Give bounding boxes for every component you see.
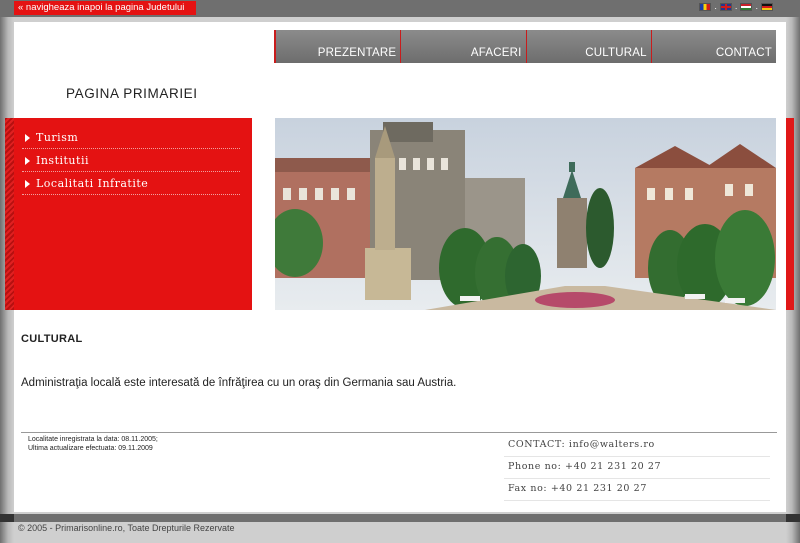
city-banner-image <box>275 118 776 310</box>
arrow-right-icon <box>25 180 30 188</box>
registered-date: Localitate inregistrata la data: 08.11.2… <box>28 436 158 443</box>
nav-item-contact[interactable]: CONTACT <box>650 30 776 63</box>
back-to-county-link[interactable]: « navigheaza inapoi la pagina Judetului <box>14 1 196 15</box>
sidebar-item-turism[interactable]: Turism <box>22 126 240 149</box>
contact-block: CONTACT: info@walters.ro Phone no: +40 2… <box>504 435 770 501</box>
nav-item-cultural[interactable]: CULTURAL <box>525 30 651 63</box>
sidebar-item-label: Turism <box>36 131 79 144</box>
nav-item-prezentare[interactable]: PREZENTARE <box>274 30 400 63</box>
nav-item-afaceri[interactable]: AFACERI <box>400 30 525 63</box>
contact-email[interactable]: CONTACT: info@walters.ro <box>504 435 770 457</box>
contact-fax: Fax no: +40 21 231 20 27 <box>504 479 770 501</box>
sidebar-menu: Turism Institutii Localitati Infratite <box>14 118 252 310</box>
bottom-bar-corner-right <box>786 514 800 522</box>
flag-separator: . <box>734 2 738 11</box>
arrow-right-icon <box>25 157 30 165</box>
main-nav: PREZENTARE AFACERI CULTURAL CONTACT <box>274 30 776 63</box>
sidebar-item-label: Localitati Infratite <box>36 177 149 190</box>
flag-separator: . <box>714 2 717 11</box>
ro-flag-icon[interactable] <box>699 3 712 11</box>
registration-info: Localitate inregistrata la data: 08.11.2… <box>28 435 158 453</box>
page-container: PREZENTARE AFACERI CULTURAL CONTACT PAGI… <box>14 22 786 512</box>
copyright-text: © 2005 - Primarisonline.ro, Toate Dreptu… <box>18 523 235 533</box>
sidebar-item-institutii[interactable]: Institutii <box>22 149 240 172</box>
arrow-right-icon <box>25 134 30 142</box>
updated-date: Ultima actualizare efectuata: 09.11.2009 <box>28 445 153 452</box>
hu-flag-icon[interactable] <box>740 3 753 11</box>
city-square-photo <box>275 118 776 310</box>
de-flag-icon[interactable] <box>761 3 773 11</box>
sidebar-item-label: Institutii <box>36 154 89 167</box>
footer-divider <box>21 432 777 433</box>
contact-phone: Phone no: +40 21 231 20 27 <box>504 457 770 479</box>
uk-flag-icon[interactable] <box>719 3 732 11</box>
language-selector: . . . <box>699 3 773 11</box>
flag-separator: . <box>755 2 758 11</box>
content-text: Administraţia locală este interesată de … <box>21 377 457 389</box>
section-title: CULTURAL <box>21 333 83 345</box>
sidebar-item-localitati-infratite[interactable]: Localitati Infratite <box>22 172 240 195</box>
right-decor-strip <box>786 118 794 310</box>
page-title: PAGINA PRIMARIEI <box>66 86 198 101</box>
left-decor-strip <box>5 118 14 310</box>
top-bar: « navigheaza inapoi la pagina Judetului … <box>0 0 800 17</box>
bottom-bar-corner-left <box>0 514 14 522</box>
bottom-bar <box>0 514 800 522</box>
